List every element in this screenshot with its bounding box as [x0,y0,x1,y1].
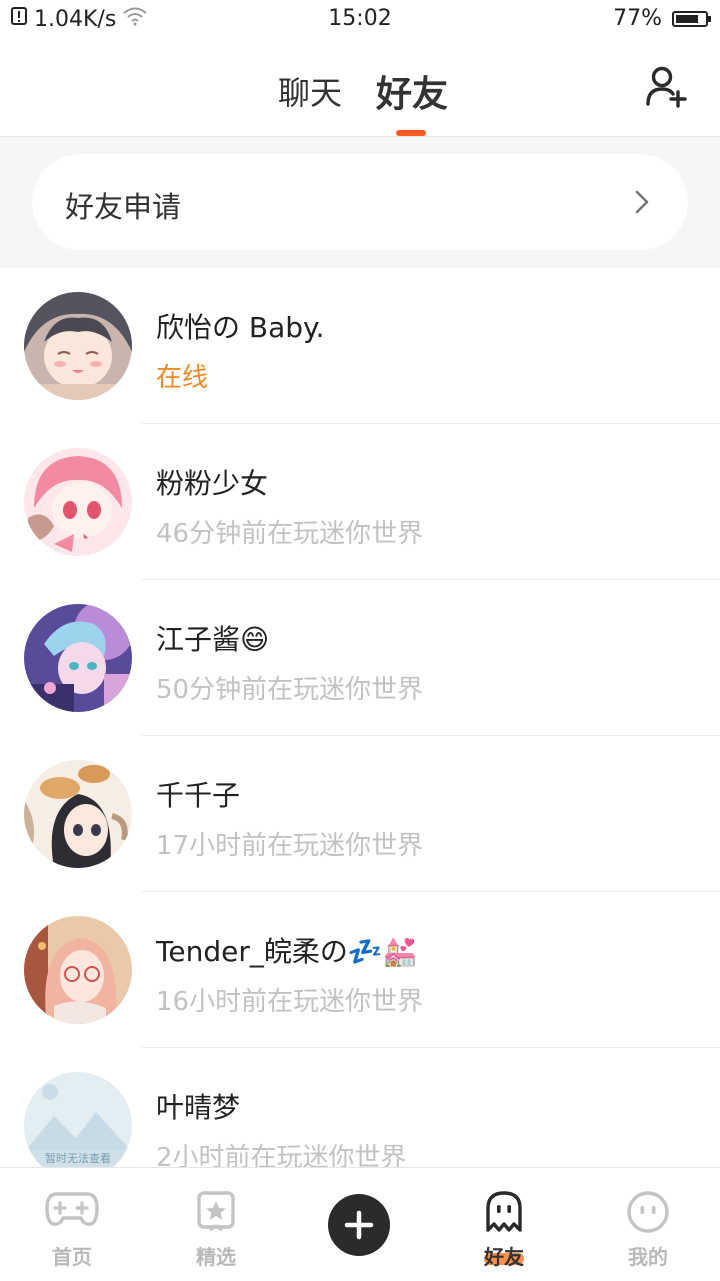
add-user-icon[interactable] [644,64,690,110]
bottom-nav: 首页 精选 好友 我的 [0,1167,720,1281]
nav-label-profile: 我的 [628,1245,668,1269]
friend-list: 欣怡の Baby. 在线 粉粉少女 46分钟前在玩迷你世界 江子酱😄 50分钟前… [0,268,720,1204]
friend-row[interactable]: 江子酱😄 50分钟前在玩迷你世界 [0,580,720,736]
friend-name: Tender_皖柔の💤💒 [156,935,418,968]
tab-chat[interactable]: 聊天 [278,68,342,114]
friend-row[interactable]: 欣怡の Baby. 在线 [0,268,720,424]
battery-percent: 77% [613,6,662,31]
gamepad-icon [45,1192,99,1226]
nav-item-featured[interactable]: 精选 [144,1168,288,1281]
header: 聊天 好友 [0,40,720,137]
avatar [24,604,132,712]
friend-name: 江子酱😄 [156,623,270,656]
friend-status: 16小时前在玩迷你世界 [156,987,424,1017]
battery-icon [672,10,711,27]
friend-status: 17小时前在玩迷你世界 [156,831,424,861]
friend-name: 千千子 [156,779,241,812]
friend-request-label: 好友申请 [65,190,182,224]
friend-name: 欣怡の Baby. [156,311,325,344]
active-tab-indicator [396,130,426,136]
friend-name: 叶晴梦 [156,1091,241,1124]
star-icon [197,1191,235,1232]
nav-label-friends: 好友 [484,1245,524,1269]
nav-item-profile[interactable]: 我的 [576,1168,720,1281]
friend-name: 粉粉少女 [156,467,269,500]
chevron-right-icon [632,190,652,214]
face-icon [627,1191,669,1233]
status-right: 77% [613,6,711,31]
tab-friends[interactable]: 好友 [376,65,448,117]
avatar: 暂时无法查看 [24,1072,132,1180]
plus-icon [344,1210,374,1240]
friend-row[interactable]: 千千子 17小时前在玩迷你世界 [0,736,720,892]
avatar [24,916,132,1024]
avatar [24,448,132,556]
avatar-placeholder-text: 暂时无法查看 [45,1151,111,1165]
friend-request-button[interactable]: 好友申请 [32,154,688,250]
avatar [24,760,132,868]
nav-item-friends[interactable]: 好友 [432,1168,576,1281]
friend-request-section: 好友申请 [0,137,720,268]
friend-row[interactable]: Tender_皖柔の💤💒 16小时前在玩迷你世界 [0,892,720,1048]
ghost-icon [486,1191,522,1232]
create-button[interactable] [328,1194,390,1256]
clock: 15:02 [328,6,392,31]
avatar [24,292,132,400]
nav-label-featured: 精选 [196,1245,236,1269]
nav-item-home[interactable]: 首页 [0,1168,144,1281]
status-bar: 1.04K/s 15:02 77% [0,0,720,40]
friend-status: 在线 [156,363,209,393]
friend-status: 46分钟前在玩迷你世界 [156,519,424,549]
friend-row[interactable]: 粉粉少女 46分钟前在玩迷你世界 [0,424,720,580]
friend-status: 50分钟前在玩迷你世界 [156,675,424,705]
nav-label-home: 首页 [52,1245,92,1269]
